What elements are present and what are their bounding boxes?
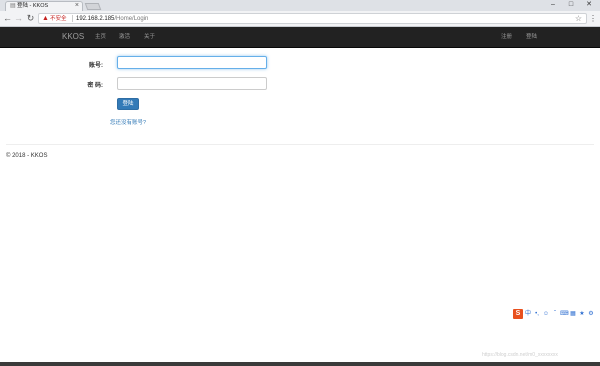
bookmark-star-icon[interactable]: ☆: [575, 14, 582, 23]
minimize-button[interactable]: –: [546, 0, 560, 10]
taskbar-edge: [0, 362, 600, 366]
ime-emoji-icon[interactable]: ☺: [542, 310, 550, 318]
browser-tab[interactable]: ▤ 登陆 - KKOS ×: [5, 1, 83, 11]
warning-icon: ▲: [42, 15, 49, 22]
login-button[interactable]: 登陆: [117, 98, 139, 110]
back-arrow-icon[interactable]: ←: [2, 13, 13, 24]
password-input[interactable]: [117, 77, 267, 90]
nav-item-register[interactable]: 注册: [501, 27, 512, 47]
url-divider: [72, 15, 73, 22]
footer-divider: [6, 144, 594, 145]
footer-copyright: © 2018 - KKOS: [6, 153, 48, 159]
insecure-label[interactable]: 不安全: [50, 15, 67, 23]
browser-titlebar: ▤ 登陆 - KKOS × – □ ✕: [0, 0, 600, 11]
watermark: https://blog.csdn.net/m0_xxxxxxxx: [482, 352, 558, 358]
browser-menu-icon[interactable]: ⋮: [589, 13, 597, 24]
tab-title: 登陆 - KKOS: [17, 3, 49, 9]
brand-logo[interactable]: KKOS: [62, 27, 84, 47]
ime-voice-icon[interactable]: ̂: [551, 310, 559, 318]
ime-toolbox-icon[interactable]: ▦: [569, 310, 577, 318]
maximize-button[interactable]: □: [564, 0, 578, 10]
password-label: 密 码:: [87, 83, 103, 89]
reload-icon[interactable]: ↻: [25, 13, 36, 24]
ime-skin-icon[interactable]: ★: [578, 310, 586, 318]
ime-keyboard-icon[interactable]: ⌨: [560, 310, 569, 318]
address-bar[interactable]: ▲ 不安全 192.168.2.185/Home/Login ☆: [38, 13, 587, 24]
nav-item-activate[interactable]: 激活: [119, 27, 130, 47]
forward-arrow-icon[interactable]: →: [13, 13, 24, 24]
site-navbar: KKOS 主页 激活 关于 注册 登陆: [0, 27, 600, 48]
tab-close-icon[interactable]: ×: [75, 2, 79, 10]
nav-item-home[interactable]: 主页: [95, 27, 106, 47]
register-link[interactable]: 您还没有账号?: [110, 118, 146, 126]
ime-chinese-mode-icon[interactable]: 中: [524, 310, 532, 318]
browser-toolbar: ← → ↻ ▲ 不安全 192.168.2.185/Home/Login ☆ ⋮: [0, 11, 600, 27]
close-window-button[interactable]: ✕: [582, 0, 596, 10]
ime-logo-icon[interactable]: S: [513, 309, 523, 319]
account-label: 账号:: [89, 63, 103, 69]
ime-settings-icon[interactable]: ⚙: [587, 310, 595, 318]
page-favicon-icon: ▤: [10, 3, 16, 9]
ime-punctuation-icon[interactable]: •,: [533, 310, 541, 318]
account-input[interactable]: [117, 56, 267, 69]
ime-toolbar: S 中 •, ☺ ̂ ⌨ ▦ ★ ⚙: [513, 309, 595, 319]
nav-item-about[interactable]: 关于: [144, 27, 155, 47]
new-tab-button[interactable]: [84, 3, 102, 10]
url-text[interactable]: 192.168.2.185/Home/Login: [76, 15, 148, 23]
nav-item-login[interactable]: 登陆: [526, 27, 537, 47]
